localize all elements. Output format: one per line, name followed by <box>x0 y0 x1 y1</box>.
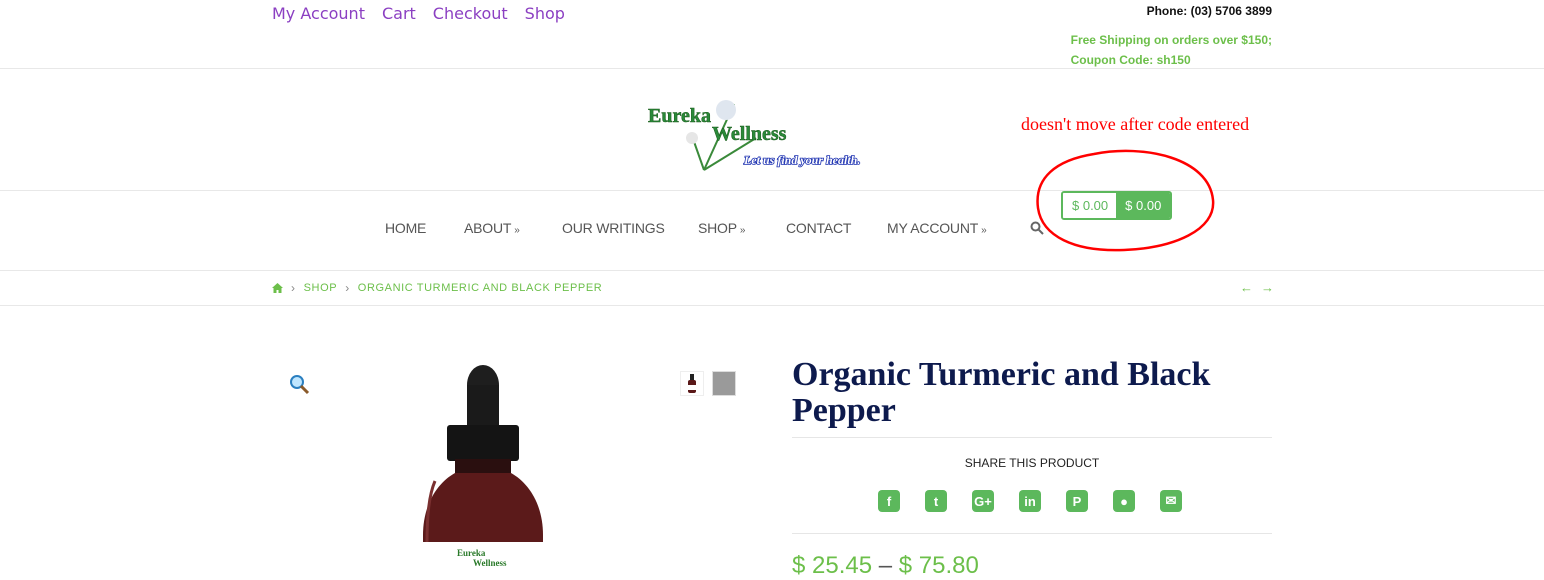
breadcrumb-bar: › SHOP › ORGANIC TURMERIC AND BLACK PEPP… <box>0 271 1544 306</box>
home-icon[interactable] <box>272 283 283 293</box>
bottle-label-word-2: Wellness <box>473 558 507 568</box>
logo-area: Eureka Wellness Let us find your health.… <box>0 69 1544 191</box>
magnifier-icon[interactable] <box>288 373 310 395</box>
nav-home[interactable]: HOME <box>385 220 426 236</box>
logo-word-2: Wellness <box>712 123 787 145</box>
bottle-thumbnail-image <box>688 374 696 393</box>
shipping-line-1: Free Shipping on orders over $150; <box>1070 33 1272 47</box>
breadcrumb-current: ORGANIC TURMERIC AND BLACK PEPPER <box>357 282 603 294</box>
top-link-checkout[interactable]: Checkout <box>433 4 508 23</box>
cart-total-outline: $ 0.00 <box>1063 193 1117 218</box>
top-link-shop[interactable]: Shop <box>525 4 565 23</box>
price-low: $ 25.45 <box>792 552 873 579</box>
chevron-right-icon: › <box>291 281 296 295</box>
gallery-thumbnail-bottle[interactable] <box>680 371 704 396</box>
shipping-line-2: Coupon Code: sh150 <box>1070 53 1191 67</box>
chevron-right-icon: › <box>345 281 350 295</box>
main-nav: HOME ABOUT» OUR WRITINGS SHOP» CONTACT M… <box>0 191 1544 271</box>
nav-my-account[interactable]: MY ACCOUNT» <box>887 220 987 236</box>
divider <box>792 437 1272 438</box>
email-icon[interactable]: ✉ <box>1160 490 1182 512</box>
cart-button[interactable]: $ 0.00 $ 0.00 <box>1061 191 1173 220</box>
product-bottle-image: Eureka Wellness <box>423 365 543 576</box>
chevron-down-icon: » <box>514 225 520 236</box>
cart-total-filled: $ 0.00 <box>1116 193 1171 218</box>
logo-word-1: Eureka <box>648 105 711 127</box>
gallery-thumbnail-label[interactable] <box>712 371 736 396</box>
share-icons: f t G+ in P ● ✉ <box>878 490 1182 512</box>
price-high: $ 75.80 <box>898 552 979 579</box>
google-plus-icon[interactable]: G+ <box>972 490 994 512</box>
phone-number: Phone: (03) 5706 3899 <box>1146 4 1272 18</box>
logo-tagline: Let us find your health. <box>743 153 860 167</box>
nav-our-writings[interactable]: OUR WRITINGS <box>562 220 665 236</box>
price-separator: – <box>878 552 893 579</box>
chevron-down-icon: » <box>739 225 746 236</box>
site-logo[interactable]: Eureka Wellness Let us find your health. <box>644 94 896 172</box>
top-bar: My Account Cart Checkout Shop Phone: (03… <box>0 0 1544 69</box>
product-pager: ← → <box>1240 280 1274 295</box>
breadcrumb-shop[interactable]: SHOP <box>304 282 338 294</box>
top-link-cart[interactable]: Cart <box>382 4 416 23</box>
nav-our-writings-label: OUR WRITINGS <box>562 220 665 236</box>
linkedin-icon[interactable]: in <box>1019 490 1041 512</box>
nav-shop-label: SHOP <box>698 220 737 236</box>
facebook-icon[interactable]: f <box>878 490 900 512</box>
arrow-right-icon[interactable]: → <box>1261 280 1274 295</box>
nav-about-label: ABOUT <box>464 220 512 236</box>
search-icon[interactable] <box>1030 221 1044 235</box>
breadcrumb: › SHOP › ORGANIC TURMERIC AND BLACK PEPP… <box>272 281 602 295</box>
top-links: My Account Cart Checkout Shop <box>272 4 565 23</box>
reddit-icon[interactable]: ● <box>1113 490 1135 512</box>
nav-contact[interactable]: CONTACT <box>786 220 851 236</box>
bottle-label-word-1: Eureka <box>457 548 486 558</box>
nav-contact-label: CONTACT <box>786 220 852 236</box>
nav-home-label: HOME <box>385 220 427 236</box>
shipping-notice: Free Shipping on orders over $150; Coupo… <box>1071 30 1272 70</box>
share-label: SHARE THIS PRODUCT <box>964 456 1100 470</box>
arrow-left-icon[interactable]: ← <box>1240 280 1253 295</box>
nav-shop[interactable]: SHOP» <box>698 220 745 236</box>
nav-about[interactable]: ABOUT» <box>464 220 520 236</box>
twitter-icon[interactable]: t <box>925 490 947 512</box>
chevron-down-icon: » <box>981 225 987 236</box>
top-link-my-account[interactable]: My Account <box>272 4 365 23</box>
nav-my-account-label: MY ACCOUNT <box>887 220 979 236</box>
product-title: Organic Turmeric and Black Pepper <box>792 356 1211 429</box>
pinterest-icon[interactable]: P <box>1066 490 1088 512</box>
divider <box>792 533 1272 534</box>
annotation-note: doesn't move after code entered <box>1021 114 1250 134</box>
